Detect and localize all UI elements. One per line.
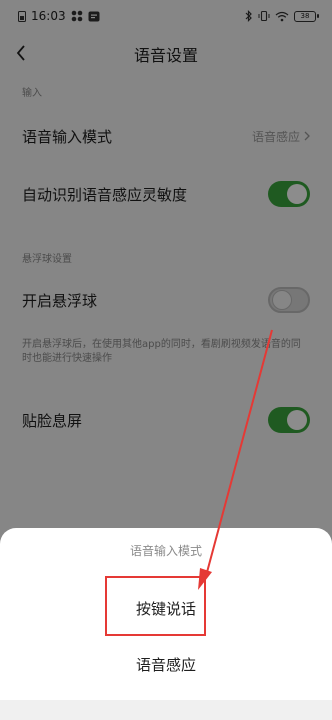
option-label: 语音感应 — [135, 655, 196, 674]
bottom-bar — [0, 700, 332, 720]
sheet-title: 语音输入模式 — [129, 544, 202, 558]
highlight-box — [105, 576, 206, 636]
option-voice-sensing[interactable]: 语音感应 — [0, 644, 332, 684]
